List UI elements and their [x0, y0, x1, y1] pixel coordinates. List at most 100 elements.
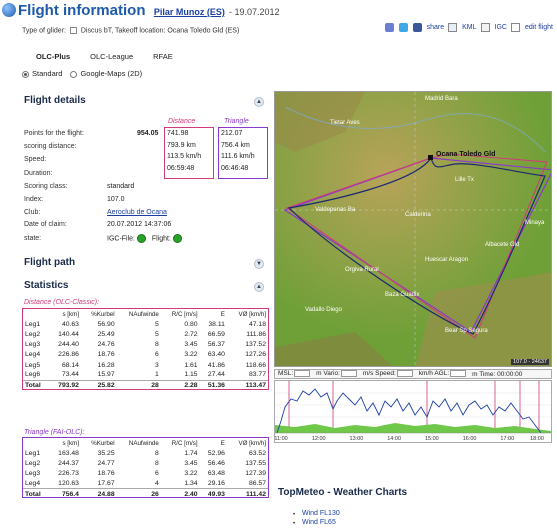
- igc-icon[interactable]: [480, 23, 490, 32]
- tab-olc-plus[interactable]: OLC-Plus: [36, 52, 70, 61]
- time-value: 00:00:00: [497, 370, 523, 378]
- flight-path-heading: Flight path: [24, 257, 76, 268]
- triangle-stats-table: s [km] %Kurbel NAufwinde R/C [m/s] E VØ …: [23, 438, 268, 500]
- table-row: Leg2 244.37 24.77 8 3.45 56.46 137.55: [23, 458, 268, 468]
- map-place: Albacete Gld: [485, 242, 520, 248]
- table-cell: 244.40: [58, 341, 79, 349]
- distance-col-header: Distance: [168, 118, 196, 125]
- col-rc: R/C [m/s]: [171, 310, 198, 318]
- pilot-link[interactable]: Pilar Munoz (ES): [154, 7, 225, 17]
- table-cell: 1.74: [184, 449, 198, 457]
- table-cell: 3.45: [184, 459, 198, 467]
- time-readout: m Time: 00:00:00: [472, 371, 522, 378]
- map-place: Valdepenas Ba: [315, 207, 356, 213]
- flight-map[interactable]: Ocana Toledo Gld Madrid Bara Tietar Aves…: [274, 91, 552, 367]
- glider-value: Discus bT,: [80, 27, 114, 35]
- col-leg: [23, 309, 49, 319]
- barogram-readout: MSL: m Vario: m/s Speed: km/h AGL: m Tim…: [274, 369, 552, 379]
- col-e: E: [220, 310, 225, 318]
- statistics-heading: Statistics: [24, 280, 69, 291]
- table-cell: 27.44: [207, 371, 225, 379]
- table-cell: 63.52: [248, 449, 266, 457]
- distance-speed: 113.5 km/h: [167, 153, 202, 160]
- scoring-distance-label: scoring distance:: [24, 143, 77, 150]
- twitter-icon[interactable]: [398, 23, 408, 32]
- duration-label: Duration:: [24, 170, 53, 177]
- table-cell: 16.28: [97, 361, 115, 369]
- table-cell: 25.49: [97, 330, 115, 338]
- table-cell: 127.26: [245, 351, 266, 359]
- table-cell: 26: [116, 488, 161, 500]
- collapse-details-icon[interactable]: ▲: [254, 97, 264, 107]
- kml-icon[interactable]: [448, 23, 458, 32]
- table-cell: 5: [155, 330, 159, 338]
- time-tick-label: 16:00: [463, 436, 477, 442]
- table-cell: 5: [155, 320, 159, 328]
- share-network-icon[interactable]: [384, 23, 394, 32]
- table-cell: 244.37: [58, 459, 79, 467]
- table-cell: 15.97: [97, 371, 115, 379]
- map-svg: [275, 92, 551, 366]
- table-cell: Leg6: [25, 371, 41, 379]
- table-cell: 24.76: [97, 341, 115, 349]
- table-cell: 226.86: [58, 351, 79, 359]
- table-cell: Total: [23, 488, 49, 500]
- table-cell: 1.15: [184, 371, 198, 379]
- agl-value-box: [450, 370, 467, 378]
- table-cell: 8: [155, 449, 159, 457]
- glider-type-label: Type of glider:: [22, 27, 66, 35]
- table-cell: 1.61: [184, 361, 198, 369]
- table-cell: 793.92: [48, 379, 81, 391]
- table-cell: 68.14: [61, 361, 79, 369]
- distance-values-box: 741.98 793.9 km 113.5 km/h 06:59:48: [164, 127, 214, 179]
- barogram-chart[interactable]: 11:00 12:00 13:00 14:00 15:00 16:00 17:00 18:00: [274, 380, 552, 443]
- table-cell: 28: [116, 379, 161, 391]
- vario-label: m Vario:: [316, 370, 340, 378]
- topmeteo-heading: TopMeteo - Weather Charts: [278, 487, 408, 498]
- toolbar: share KML IGC edit flight: [384, 23, 553, 32]
- table-row: Leg1 163.48 35.25 8 1.74 52.96 63.52: [23, 448, 268, 458]
- msl-readout: MSL:: [278, 370, 311, 378]
- kml-link[interactable]: KML: [462, 24, 476, 31]
- expand-flight-path-icon[interactable]: ▼: [254, 259, 264, 269]
- table-cell: 47.18: [248, 320, 266, 328]
- table-cell: 56.46: [207, 459, 225, 467]
- speed-readout: m/s Speed:: [363, 370, 413, 378]
- flight-ok-icon: [172, 234, 182, 243]
- map-place-ocana: Ocana Toledo Gld: [436, 151, 496, 158]
- table-cell: 41.86: [207, 361, 225, 369]
- table-cell: Leg3: [25, 470, 41, 478]
- edit-icon[interactable]: [510, 23, 520, 32]
- tab-olc-league[interactable]: OLC-League: [90, 52, 133, 61]
- speed-label: Speed:: [24, 156, 47, 163]
- share-link[interactable]: share: [427, 24, 445, 31]
- igc-link[interactable]: IGC: [495, 24, 507, 31]
- radio-google-maps[interactable]: Google-Maps (2D): [70, 69, 142, 78]
- tab-rfae[interactable]: RFAE: [153, 52, 173, 61]
- table-cell: 8: [155, 341, 159, 349]
- map-place: Madrid Bara: [425, 96, 458, 102]
- glider-checkbox[interactable]: [69, 27, 77, 34]
- col-v: VØ [km/h]: [238, 439, 266, 447]
- club-link[interactable]: Aeroclub de Ocana: [107, 209, 167, 216]
- radio-google-maps-icon: [70, 70, 78, 78]
- agl-readout: km/h AGL:: [419, 370, 467, 378]
- table-cell: Leg1: [25, 320, 41, 328]
- collapse-statistics-icon[interactable]: ▲: [254, 282, 264, 292]
- table-cell: Leg2: [25, 330, 41, 338]
- col-kurbel: %Kurbel: [91, 439, 115, 447]
- title-text: Flight information: [18, 2, 146, 19]
- table-row: Leg4 120.63 17.67 4 1.34 29.16 86.57: [23, 479, 268, 489]
- table-cell: 6: [155, 351, 159, 359]
- vario-readout: m Vario:: [316, 370, 357, 378]
- edit-flight-link[interactable]: edit flight: [525, 24, 553, 31]
- flight-state-label: Flight:: [151, 235, 171, 243]
- radio-standard[interactable]: Standard: [22, 69, 62, 78]
- facebook-icon[interactable]: [412, 23, 422, 32]
- wind-fl65-link[interactable]: Wind FL65: [302, 519, 336, 526]
- map-place: Lille Tx: [455, 177, 474, 183]
- table-cell: 118.66: [245, 361, 266, 369]
- wind-fl130-link[interactable]: Wind FL130: [302, 510, 340, 517]
- table-row: Leg5 68.14 16.28 3 1.61 41.86 118.66: [23, 360, 268, 370]
- vario-value-box: [340, 370, 357, 378]
